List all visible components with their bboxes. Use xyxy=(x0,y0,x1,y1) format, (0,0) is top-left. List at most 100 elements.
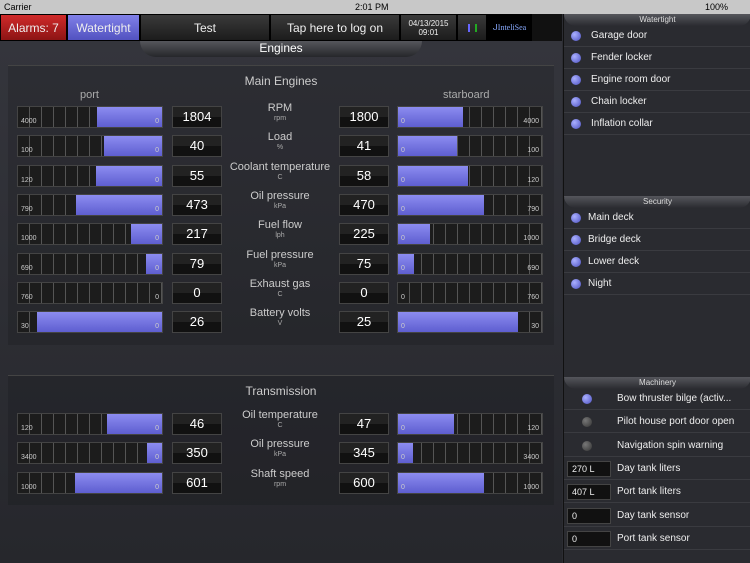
gauge-name: Coolant temperature xyxy=(229,160,331,173)
date-time: 04/13/2015 09:01 xyxy=(400,14,457,41)
port-bar-min: 0 xyxy=(155,205,159,213)
sidebar-item-bridge-deck[interactable]: Bridge deck xyxy=(564,229,750,251)
starboard-value: 345 xyxy=(339,442,389,465)
sidebar-item-day-tank-sensor[interactable]: 0 Day tank sensor xyxy=(564,505,750,527)
starboard-bar-max: 120 xyxy=(527,176,539,184)
starboard-bar-gauge: 0 690 xyxy=(397,252,543,275)
port-value: 46 xyxy=(172,413,222,435)
date: 04/13/2015 xyxy=(408,18,449,28)
sidebar-item-chain-locker[interactable]: Chain locker xyxy=(564,91,750,113)
gauge-row: 790 0 473 Oil pressure kPa 470 0 790 xyxy=(0,190,562,216)
status-led-icon xyxy=(571,31,581,41)
port-bar-fill xyxy=(104,136,162,157)
starboard-bar-min: 0 xyxy=(401,264,405,272)
clock: 2:01 PM xyxy=(355,2,389,12)
logon-button[interactable]: Tap here to log on xyxy=(270,14,400,41)
sidebar-item-fender-locker[interactable]: Fender locker xyxy=(564,47,750,69)
starboard-bar-gauge: 0 790 xyxy=(397,193,543,216)
starboard-value: 1800 xyxy=(339,106,389,128)
sidebar-item-label: Fender locker xyxy=(591,52,653,63)
sidebar-item-label: Garage door xyxy=(591,30,648,41)
port-bar-gauge: 1000 0 xyxy=(17,223,163,246)
starboard-bar-min: 0 xyxy=(401,118,405,125)
starboard-bar-fill xyxy=(398,107,463,127)
top-bar: Alarms: 7 Watertight Test Tap here to lo… xyxy=(0,14,562,41)
starboard-bar-min: 0 xyxy=(401,235,405,243)
gauge-unit: C xyxy=(277,290,283,298)
gauge-row: 120 0 46 Oil temperature C 47 0 120 xyxy=(0,409,562,435)
gauge-row: 120 0 55 Coolant temperature C 58 0 120 xyxy=(0,161,562,187)
port-value: 473 xyxy=(172,193,222,216)
sidebar-item-bow-thruster-bilge-activ[interactable]: Bow thruster bilge (activ... xyxy=(564,388,750,410)
intelisea-logo: ᒍ InteliSea xyxy=(487,14,532,41)
gauge-label: Oil temperature C xyxy=(222,409,338,431)
sidebar-item-garage-door[interactable]: Garage door xyxy=(564,25,750,47)
engines-panel: Engines Main Engines port starboard 4000… xyxy=(0,41,562,563)
gauge-name: Load xyxy=(267,131,293,144)
sidebar-item-day-tank-liters[interactable]: 270 L Day tank liters xyxy=(564,458,750,480)
gauge-row: 3400 0 350 Oil pressure kPa 345 0 3400 xyxy=(0,438,562,465)
port-bar-gauge: 1000 0 xyxy=(17,471,163,494)
sidebar-item-navigation-spin-warning[interactable]: Navigation spin warning xyxy=(564,435,750,457)
carrier: Carrier xyxy=(4,2,32,12)
starboard-bar-fill xyxy=(398,414,455,434)
test-button[interactable]: Test xyxy=(140,14,270,41)
gauge-name: RPM xyxy=(267,102,293,114)
gauge-row: 1000 0 601 Shaft speed rpm 600 0 1000 xyxy=(0,468,562,494)
status-led-icon xyxy=(571,97,581,107)
port-bar-min: 0 xyxy=(155,235,159,243)
port-bar-max: 1000 xyxy=(21,235,37,243)
sidebar-item-port-tank-sensor[interactable]: 0 Port tank sensor xyxy=(564,528,750,550)
sidebar-value-box: 0 xyxy=(567,507,611,524)
status-led-icon xyxy=(582,417,592,428)
sidebar-item-label: Day tank sensor xyxy=(617,509,690,521)
starboard-bar-max: 760 xyxy=(527,293,539,301)
port-bar-min: 0 xyxy=(155,264,159,272)
starboard-bar-fill xyxy=(398,312,518,333)
port-bar-gauge: 100 0 xyxy=(17,135,163,158)
sidebar-item-label: Pilot house port door open xyxy=(617,416,735,428)
port-bar-min: 0 xyxy=(155,176,159,184)
starboard-bar-gauge: 0 120 xyxy=(397,164,543,187)
sidebar-item-port-tank-liters[interactable]: 407 L Port tank liters xyxy=(564,481,750,504)
time: 09:01 xyxy=(418,27,439,37)
gauge-name: Battery volts xyxy=(249,307,311,320)
port-bar-max: 1000 xyxy=(21,483,37,491)
starboard-value: 600 xyxy=(339,471,389,494)
sidebar-item-night[interactable]: Night xyxy=(564,273,750,295)
sidebar-value-box: 407 L xyxy=(567,484,611,501)
watertight-button[interactable]: Watertight xyxy=(67,14,140,41)
gauge-label: Coolant temperature C xyxy=(222,161,338,183)
port-value: 1804 xyxy=(172,106,222,128)
gauge-unit: kPa xyxy=(273,202,287,210)
starboard-bar-fill xyxy=(398,136,458,157)
gauge-label: Fuel flow lph xyxy=(222,219,338,241)
sidebar-item-label: Bow thruster bilge (activ... xyxy=(617,393,732,404)
starboard-bar-min: 0 xyxy=(401,483,405,491)
port-bar-gauge: 30 0 xyxy=(17,311,163,334)
starboard-bar-max: 1000 xyxy=(523,235,539,243)
status-led-icon xyxy=(571,257,581,267)
starboard-bar-min: 0 xyxy=(401,454,405,462)
sidebar-item-pilot-house-port-door-open[interactable]: Pilot house port door open xyxy=(564,411,750,434)
starboard-label: starboard xyxy=(443,89,490,101)
sidebar-item-engine-room-door[interactable]: Engine room door xyxy=(564,69,750,91)
status-led-icon xyxy=(582,440,592,451)
alarms-button[interactable]: Alarms: 7 xyxy=(0,14,67,41)
gauge-unit: C xyxy=(277,422,283,429)
port-bar-fill xyxy=(37,312,162,333)
starboard-bar-gauge: 0 100 xyxy=(397,135,543,158)
gauge-label: Shaft speed rpm xyxy=(222,468,338,490)
gauge-name: Fuel pressure xyxy=(246,248,314,261)
sidebar-item-main-deck[interactable]: Main deck xyxy=(564,207,750,229)
port-label: port xyxy=(80,89,99,101)
port-bar-max: 3400 xyxy=(21,454,37,462)
starboard-value: 75 xyxy=(339,252,389,275)
sidebar-item-inflation-collar[interactable]: Inflation collar xyxy=(564,113,750,135)
sidebar-item-label: Night xyxy=(588,278,612,289)
gauge-unit: C xyxy=(277,173,283,181)
starboard-value: 47 xyxy=(339,413,389,435)
gauge-row: 4000 0 1804 RPM rpm 1800 0 4000 xyxy=(0,102,562,128)
port-bar-max: 690 xyxy=(21,264,33,272)
sidebar-item-lower-deck[interactable]: Lower deck xyxy=(564,251,750,273)
